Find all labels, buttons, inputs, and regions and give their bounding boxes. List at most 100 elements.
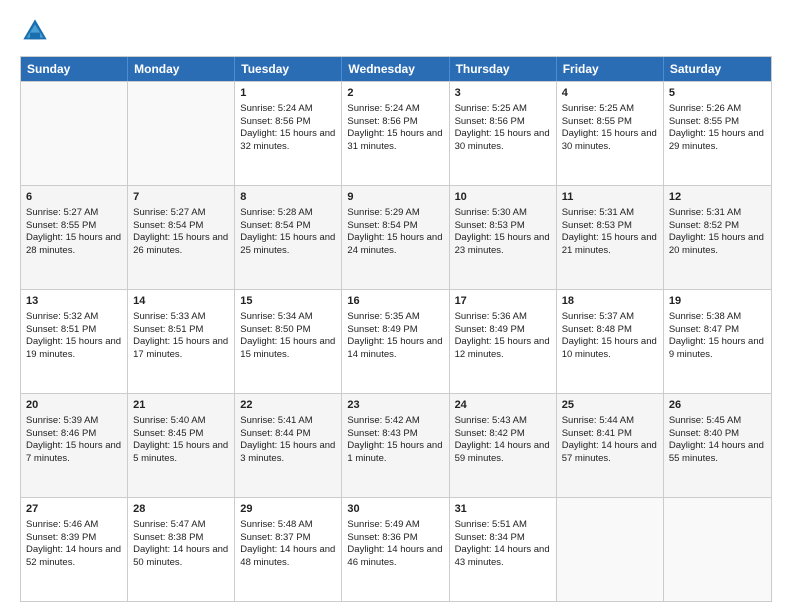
calendar-cell: 17 Sunrise: 5:36 AM Sunset: 8:49 PM Dayli… <box>450 290 557 393</box>
day-number: 11 <box>562 190 658 205</box>
calendar-cell: 27 Sunrise: 5:46 AM Sunset: 8:39 PM Dayli… <box>21 498 128 601</box>
calendar-cell: 4 Sunrise: 5:25 AM Sunset: 8:55 PM Daylig… <box>557 82 664 185</box>
day-number: 18 <box>562 294 658 309</box>
logo <box>20 16 54 46</box>
day-info: Sunrise: 5:30 AM Sunset: 8:53 PM Dayligh… <box>455 207 550 256</box>
calendar-cell: 9Sunrise: 5:29 AM Sunset: 8:54 PM Daylig… <box>342 186 449 289</box>
calendar-cell: 21 Sunrise: 5:40 AM Sunset: 8:45 PM Dayli… <box>128 394 235 497</box>
day-info: Sunrise: 5:26 AM Sunset: 8:55 PM Dayligh… <box>669 103 764 152</box>
calendar-cell: 26Sunrise: 5:45 AM Sunset: 8:40 PM Dayli… <box>664 394 771 497</box>
day-number: 6 <box>26 190 122 205</box>
day-info: Sunrise: 5:28 AM Sunset: 8:54 PM Dayligh… <box>240 207 335 256</box>
calendar-cell: 28 Sunrise: 5:47 AM Sunset: 8:38 PM Dayli… <box>128 498 235 601</box>
day-info: Sunrise: 5:41 AM Sunset: 8:44 PM Dayligh… <box>240 415 335 464</box>
day-info: Sunrise: 5:32 AM Sunset: 8:51 PM Dayligh… <box>26 311 121 360</box>
day-number: 22 <box>240 398 336 413</box>
weekday-header: Friday <box>557 57 664 81</box>
day-info: Sunrise: 5:36 AM Sunset: 8:49 PM Dayligh… <box>455 311 550 360</box>
weekday-header: Thursday <box>450 57 557 81</box>
day-number: 8 <box>240 190 336 205</box>
day-info: Sunrise: 5:49 AM Sunset: 8:36 PM Dayligh… <box>347 519 442 568</box>
calendar: SundayMondayTuesdayWednesdayThursdayFrid… <box>20 56 772 602</box>
calendar-row: 6 Sunrise: 5:27 AM Sunset: 8:55 PM Daylig… <box>21 185 771 289</box>
day-number: 1 <box>240 86 336 101</box>
day-number: 12 <box>669 190 766 205</box>
day-number: 25 <box>562 398 658 413</box>
weekday-header: Sunday <box>21 57 128 81</box>
calendar-cell: 16 Sunrise: 5:35 AM Sunset: 8:49 PM Dayli… <box>342 290 449 393</box>
day-number: 19 <box>669 294 766 309</box>
calendar-cell: 3 Sunrise: 5:25 AM Sunset: 8:56 PM Daylig… <box>450 82 557 185</box>
day-info: Sunrise: 5:44 AM Sunset: 8:41 PM Dayligh… <box>562 415 657 464</box>
day-number: 24 <box>455 398 551 413</box>
day-number: 20 <box>26 398 122 413</box>
day-number: 17 <box>455 294 551 309</box>
calendar-cell: 13 Sunrise: 5:32 AM Sunset: 8:51 PM Dayli… <box>21 290 128 393</box>
calendar-cell: 7Sunrise: 5:27 AM Sunset: 8:54 PM Daylig… <box>128 186 235 289</box>
day-number: 7 <box>133 190 229 205</box>
calendar-cell: 2 Sunrise: 5:24 AM Sunset: 8:56 PM Daylig… <box>342 82 449 185</box>
day-number: 28 <box>133 502 229 517</box>
day-number: 9 <box>347 190 443 205</box>
day-info: Sunrise: 5:31 AM Sunset: 8:52 PM Dayligh… <box>669 207 764 256</box>
calendar-cell: 20 Sunrise: 5:39 AM Sunset: 8:46 PM Dayli… <box>21 394 128 497</box>
day-number: 21 <box>133 398 229 413</box>
day-info: Sunrise: 5:37 AM Sunset: 8:48 PM Dayligh… <box>562 311 657 360</box>
calendar-row: 1 Sunrise: 5:24 AM Sunset: 8:56 PM Daylig… <box>21 81 771 185</box>
day-number: 30 <box>347 502 443 517</box>
day-number: 4 <box>562 86 658 101</box>
calendar-cell: 1 Sunrise: 5:24 AM Sunset: 8:56 PM Daylig… <box>235 82 342 185</box>
day-number: 15 <box>240 294 336 309</box>
day-info: Sunrise: 5:46 AM Sunset: 8:39 PM Dayligh… <box>26 519 121 568</box>
calendar-cell: 8 Sunrise: 5:28 AM Sunset: 8:54 PM Daylig… <box>235 186 342 289</box>
day-info: Sunrise: 5:43 AM Sunset: 8:42 PM Dayligh… <box>455 415 550 464</box>
day-info: Sunrise: 5:42 AM Sunset: 8:43 PM Dayligh… <box>347 415 442 464</box>
day-info: Sunrise: 5:35 AM Sunset: 8:49 PM Dayligh… <box>347 311 442 360</box>
calendar-cell: 25 Sunrise: 5:44 AM Sunset: 8:41 PM Dayli… <box>557 394 664 497</box>
day-number: 2 <box>347 86 443 101</box>
day-info: Sunrise: 5:24 AM Sunset: 8:56 PM Dayligh… <box>240 103 335 152</box>
day-number: 10 <box>455 190 551 205</box>
calendar-cell: 10 Sunrise: 5:30 AM Sunset: 8:53 PM Dayli… <box>450 186 557 289</box>
weekday-header: Tuesday <box>235 57 342 81</box>
day-info: Sunrise: 5:39 AM Sunset: 8:46 PM Dayligh… <box>26 415 121 464</box>
day-info: Sunrise: 5:48 AM Sunset: 8:37 PM Dayligh… <box>240 519 335 568</box>
day-info: Sunrise: 5:47 AM Sunset: 8:38 PM Dayligh… <box>133 519 228 568</box>
day-info: Sunrise: 5:40 AM Sunset: 8:45 PM Dayligh… <box>133 415 228 464</box>
calendar-cell: 11 Sunrise: 5:31 AM Sunset: 8:53 PM Dayli… <box>557 186 664 289</box>
day-info: Sunrise: 5:45 AM Sunset: 8:40 PM Dayligh… <box>669 415 764 464</box>
weekday-header: Monday <box>128 57 235 81</box>
weekday-header: Saturday <box>664 57 771 81</box>
calendar-cell: 6 Sunrise: 5:27 AM Sunset: 8:55 PM Daylig… <box>21 186 128 289</box>
calendar-body: 1 Sunrise: 5:24 AM Sunset: 8:56 PM Daylig… <box>21 81 771 601</box>
day-number: 29 <box>240 502 336 517</box>
day-info: Sunrise: 5:25 AM Sunset: 8:55 PM Dayligh… <box>562 103 657 152</box>
calendar-cell <box>21 82 128 185</box>
calendar-cell: 30 Sunrise: 5:49 AM Sunset: 8:36 PM Dayli… <box>342 498 449 601</box>
day-info: Sunrise: 5:51 AM Sunset: 8:34 PM Dayligh… <box>455 519 550 568</box>
day-info: Sunrise: 5:33 AM Sunset: 8:51 PM Dayligh… <box>133 311 228 360</box>
day-number: 5 <box>669 86 766 101</box>
calendar-cell: 31Sunrise: 5:51 AM Sunset: 8:34 PM Dayli… <box>450 498 557 601</box>
calendar-cell <box>557 498 664 601</box>
day-info: Sunrise: 5:31 AM Sunset: 8:53 PM Dayligh… <box>562 207 657 256</box>
calendar-cell: 5 Sunrise: 5:26 AM Sunset: 8:55 PM Daylig… <box>664 82 771 185</box>
day-info: Sunrise: 5:27 AM Sunset: 8:55 PM Dayligh… <box>26 207 121 256</box>
day-number: 3 <box>455 86 551 101</box>
calendar-cell: 18 Sunrise: 5:37 AM Sunset: 8:48 PM Dayli… <box>557 290 664 393</box>
day-number: 23 <box>347 398 443 413</box>
calendar-cell: 19Sunrise: 5:38 AM Sunset: 8:47 PM Dayli… <box>664 290 771 393</box>
calendar-row: 27 Sunrise: 5:46 AM Sunset: 8:39 PM Dayli… <box>21 497 771 601</box>
day-info: Sunrise: 5:25 AM Sunset: 8:56 PM Dayligh… <box>455 103 550 152</box>
day-number: 13 <box>26 294 122 309</box>
day-info: Sunrise: 5:24 AM Sunset: 8:56 PM Dayligh… <box>347 103 442 152</box>
calendar-cell: 29 Sunrise: 5:48 AM Sunset: 8:37 PM Dayli… <box>235 498 342 601</box>
calendar-cell: 14Sunrise: 5:33 AM Sunset: 8:51 PM Dayli… <box>128 290 235 393</box>
calendar-header: SundayMondayTuesdayWednesdayThursdayFrid… <box>21 57 771 81</box>
calendar-row: 13 Sunrise: 5:32 AM Sunset: 8:51 PM Dayli… <box>21 289 771 393</box>
day-number: 27 <box>26 502 122 517</box>
calendar-cell <box>128 82 235 185</box>
calendar-cell: 15Sunrise: 5:34 AM Sunset: 8:50 PM Dayli… <box>235 290 342 393</box>
calendar-cell <box>664 498 771 601</box>
day-number: 16 <box>347 294 443 309</box>
